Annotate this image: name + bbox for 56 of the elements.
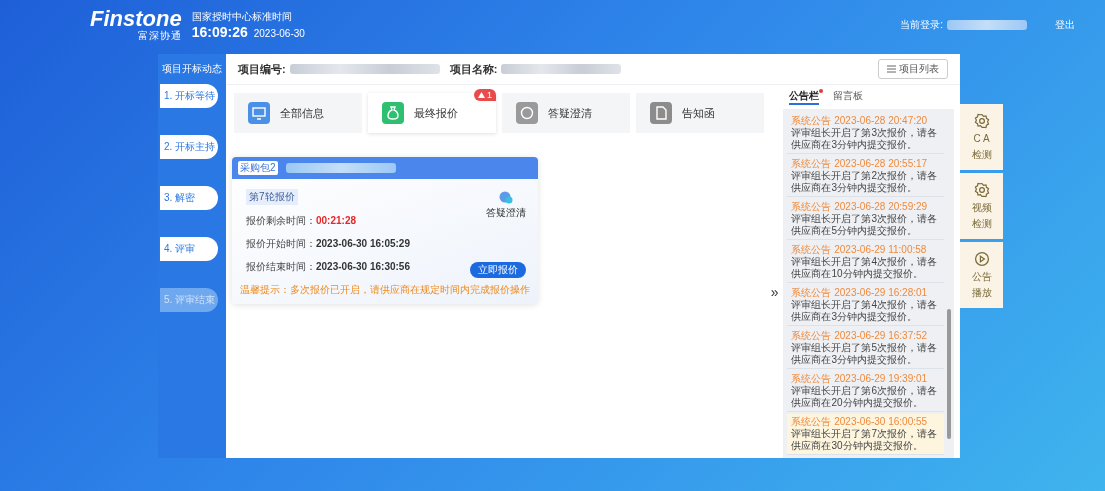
gear-icon	[973, 182, 990, 198]
notice-text: 评审组长开启了第4次报价，请各供应商在10分钟内提交报价。	[791, 256, 939, 280]
logo-subtitle: 富深协通	[137, 30, 182, 42]
package-tag: 采购包2	[238, 161, 278, 175]
project-name-label: 项目名称:	[449, 61, 498, 77]
notice-text: 评审组长开启了第7次报价，请各供应商在30分钟内提交报价。	[791, 428, 939, 452]
scrollbar-thumb[interactable]	[947, 309, 951, 439]
project-number-label: 项目编号:	[238, 61, 286, 77]
list-icon	[887, 65, 896, 73]
notice-title: 系统公告 2023-06-29 16:37:52	[791, 330, 929, 342]
side-tool-button[interactable]: C A 检测	[960, 104, 1003, 170]
logo-text: Finstone	[90, 8, 182, 30]
notice-title: 系统公告 2023-06-29 19:39:01	[791, 373, 929, 385]
step-item[interactable]: 2. 开标主持	[160, 135, 218, 159]
notice-text: 评审组长开启了第5次报价，请各供应商在3分钟内提交报价。	[791, 342, 939, 366]
gear-icon	[973, 113, 990, 129]
notice-text: 评审组长开启了第4次报价，请各供应商在3分钟内提交报价。	[791, 299, 939, 323]
notice-title: 系统公告 2023-06-28 20:47:20	[791, 115, 929, 127]
module-tab[interactable]: 告知函	[636, 93, 764, 133]
clock-label: 国家授时中心标准时间	[191, 10, 293, 24]
notice-text: 评审组长开启了第3次报价，请各供应商在3分钟内提交报价。	[791, 127, 939, 151]
expand-toggle[interactable]: »	[770, 283, 780, 300]
notice-tab[interactable]: 留言板	[833, 89, 864, 105]
notice-title: 系统公告 2023-06-30 16:00:55	[791, 416, 929, 428]
tip-text: 温馨提示：多次报价已开启，请供应商在规定时间内完成报价操作	[240, 283, 530, 296]
notice-text: 评审组长开启了第3次报价，请各供应商在5分钟内提交报价。	[791, 213, 939, 237]
step-item[interactable]: 4. 评审	[160, 237, 218, 261]
project-list-button[interactable]: 项目列表	[878, 59, 948, 79]
side-tool-button[interactable]: 视频 检测	[960, 173, 1003, 239]
start-time: 报价开始时间：2023-06-30 16:05:29	[246, 237, 410, 251]
remaining-time: 报价剩余时间：00:21:28	[246, 214, 357, 228]
play-icon	[973, 251, 990, 267]
logout-link[interactable]: 登出	[1055, 18, 1075, 32]
side-tool-button[interactable]: 公告 播放	[960, 242, 1003, 308]
notice-text: 评审组长开启了第6次报价，请各供应商在20分钟内提交报价。	[791, 385, 939, 409]
notice-title: 系统公告 2023-06-29 11:00:58	[791, 244, 928, 256]
module-tab[interactable]: 答疑澄清	[502, 93, 630, 133]
notice-tab[interactable]: 公告栏	[789, 89, 820, 105]
qa-link[interactable]: 答疑澄清	[486, 191, 526, 220]
clock-time: 16:09:26	[191, 24, 248, 40]
submit-quote-button[interactable]: 立即报价	[470, 262, 526, 278]
step-item[interactable]: 1. 开标等待	[160, 84, 218, 108]
notice-title: 系统公告 2023-06-29 16:28:01	[791, 287, 929, 299]
module-tab[interactable]: 全部信息	[234, 93, 362, 133]
step-item[interactable]: 3. 解密	[160, 186, 218, 210]
chat-bubble-icon	[499, 191, 513, 204]
sidebar-title: 项目开标动态	[162, 62, 222, 76]
notice-title: 系统公告 2023-06-28 20:59:29	[791, 201, 929, 213]
warning-icon	[478, 92, 485, 98]
notice-title: 系统公告 2023-06-28 20:55:17	[791, 158, 929, 170]
round-label: 第7轮报价	[246, 189, 298, 205]
end-time: 报价结束时间：2023-06-30 16:30:56	[246, 260, 410, 274]
notice-text: 评审组长开启了第2次报价，请各供应商在3分钟内提交报价。	[791, 170, 939, 194]
clock-date: 2023-06-30	[253, 28, 305, 39]
alert-badge: 1	[474, 89, 496, 101]
login-label: 当前登录:	[900, 18, 943, 32]
